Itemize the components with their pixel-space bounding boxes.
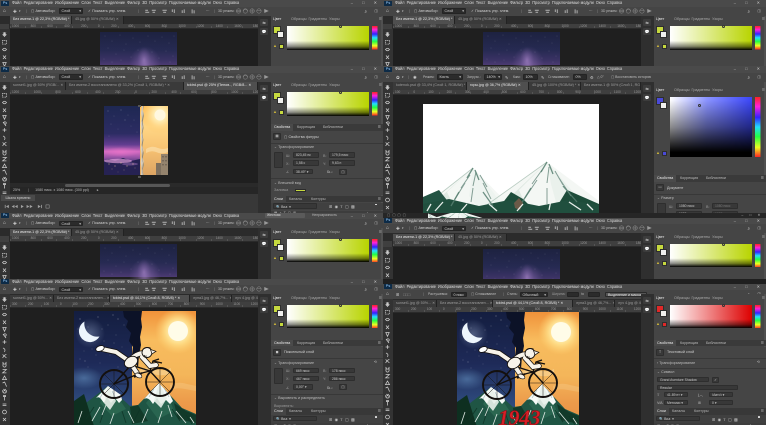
svg-text:1943: 1943 <box>498 405 541 425</box>
